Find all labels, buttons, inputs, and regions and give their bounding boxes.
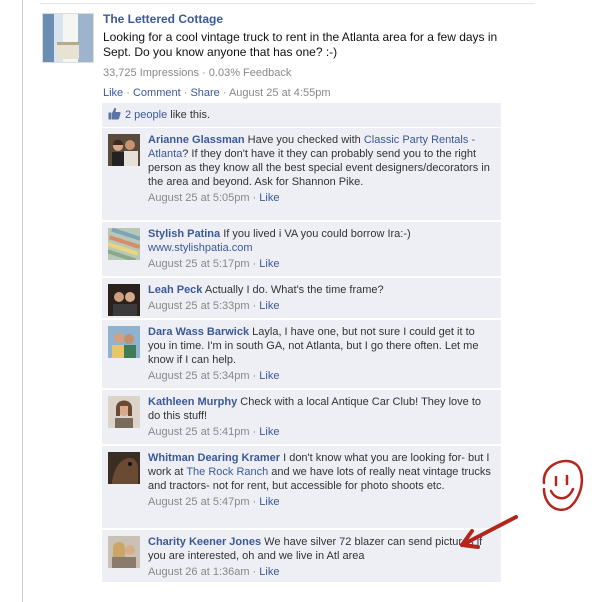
frame-divider: [22, 0, 23, 602]
commenter-avatar[interactable]: [108, 536, 140, 568]
share-link[interactable]: Share: [190, 87, 219, 99]
comment-like-link[interactable]: Like: [259, 426, 279, 438]
post-timestamp[interactable]: August 25 at 4:55pm: [229, 87, 331, 99]
comment-time: August 25 at 5:05pm: [148, 192, 250, 204]
comment-time: August 25 at 5:34pm: [148, 370, 250, 382]
comment-like-link[interactable]: Like: [259, 300, 279, 312]
comment-like-link[interactable]: Like: [259, 370, 279, 382]
feedback-box: 2 people like this. Arianne Glassman Hav…: [102, 103, 501, 584]
likes-row: 2 people like this.: [102, 103, 501, 128]
top-divider: [40, 3, 535, 4]
comment-time: August 25 at 5:41pm: [148, 426, 250, 438]
smiley-face-drawing: [542, 459, 583, 512]
commenter-avatar[interactable]: [108, 326, 140, 358]
comment-meta: August 25 at 5:34pm · Like: [148, 370, 280, 382]
red-arrow-drawing: [460, 515, 518, 549]
comment-author[interactable]: Kathleen Murphy: [148, 396, 237, 408]
comment-like-link[interactable]: Like: [259, 258, 279, 270]
likes-count-link[interactable]: 2 people: [125, 109, 167, 121]
comment-time: August 25 at 5:33pm: [148, 300, 250, 312]
comment-meta: August 25 at 5:17pm · Like: [148, 258, 280, 270]
post-actions: Like · Comment · Share · August 25 at 4:…: [103, 87, 331, 99]
comment-link[interactable]: www.stylishpatia.com: [148, 242, 253, 254]
commenter-avatar[interactable]: [108, 396, 140, 428]
like-link[interactable]: Like: [103, 87, 123, 99]
comment-meta: August 25 at 5:33pm · Like: [148, 300, 280, 312]
comment-item: Charity Keener Jones We have silver 72 b…: [102, 530, 501, 584]
comment-like-link[interactable]: Like: [259, 566, 279, 578]
comment-like-link[interactable]: Like: [259, 496, 279, 508]
comment-time: August 26 at 1:36am: [148, 566, 250, 578]
feedback-rate: 0.03% Feedback: [208, 67, 292, 79]
comment-meta: August 25 at 5:05pm · Like: [148, 192, 280, 204]
post-body: The Lettered Cottage Looking for a cool …: [103, 11, 523, 100]
comment-author[interactable]: Dara Wass Barwick: [148, 326, 249, 338]
commenter-avatar[interactable]: [108, 134, 140, 166]
comment-author[interactable]: Stylish Patina: [148, 228, 220, 240]
commenter-avatar[interactable]: [108, 228, 140, 260]
comment-meta: August 26 at 1:36am · Like: [148, 566, 280, 578]
comment-author[interactable]: Charity Keener Jones: [148, 536, 261, 548]
comment-item: Whitman Dearing Kramer I don't know what…: [102, 446, 501, 530]
comment-like-link[interactable]: Like: [259, 192, 279, 204]
comment-item: Dara Wass Barwick Layla, I have one, but…: [102, 320, 501, 390]
comment-item: Leah Peck Actually I do. What's the time…: [102, 278, 501, 320]
impressions-count: 33,725 Impressions: [103, 67, 199, 79]
page-thumbnail[interactable]: [42, 13, 94, 63]
comment-link[interactable]: The Rock Ranch: [186, 466, 268, 478]
comment-item: Arianne Glassman Have you checked with C…: [102, 128, 501, 222]
comment-item: Kathleen Murphy Check with a local Antiq…: [102, 390, 501, 446]
likes-suffix: like this.: [167, 109, 211, 121]
comment-author[interactable]: Leah Peck: [148, 284, 202, 296]
comment-author[interactable]: Whitman Dearing Kramer: [148, 452, 280, 464]
comment-meta: August 25 at 5:41pm · Like: [148, 426, 280, 438]
post-stats: 33,725 Impressions · 0.03% Feedback: [103, 67, 292, 79]
commenter-avatar[interactable]: [108, 284, 140, 316]
commenter-avatar[interactable]: [108, 452, 140, 484]
comment-author[interactable]: Arianne Glassman: [148, 134, 245, 146]
comment-meta: August 25 at 5:47pm · Like: [148, 496, 280, 508]
comment-time: August 25 at 5:47pm: [148, 496, 250, 508]
comment-time: August 25 at 5:17pm: [148, 258, 250, 270]
comment-link[interactable]: Comment: [133, 87, 181, 99]
thumbs-up-icon: [108, 107, 121, 120]
hand-drawn-annotation: [452, 455, 600, 565]
comment-item: Stylish Patina If you lived i VA you cou…: [102, 222, 501, 278]
post-text: Looking for a cool vintage truck to rent…: [103, 30, 498, 59]
post-author-link[interactable]: The Lettered Cottage: [103, 11, 523, 27]
